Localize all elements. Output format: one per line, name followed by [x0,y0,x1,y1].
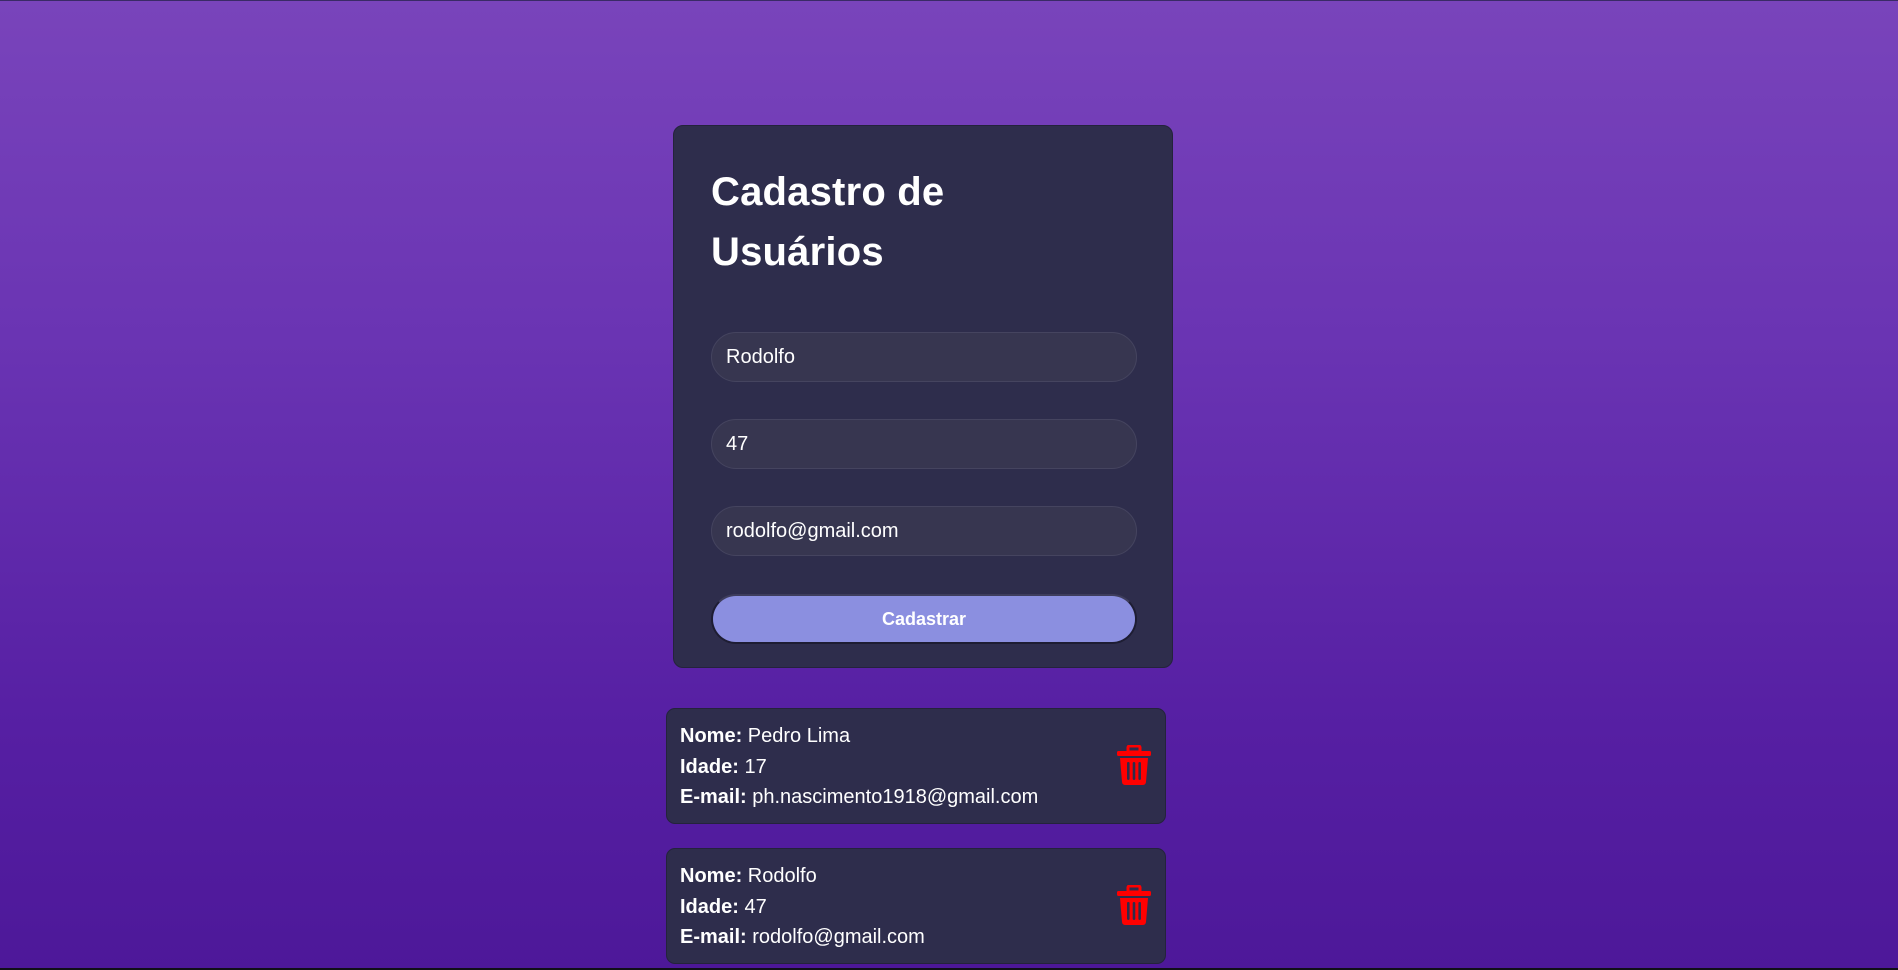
registration-form: Cadastro de Usuários Cadastrar [673,125,1173,668]
user-age: 47 [744,895,767,918]
trash-icon [1117,745,1151,785]
user-email: ph.nascimento1918@gmail.com [752,786,1039,808]
name-label: Nome: [680,865,743,887]
user-name-line: Nome: Rodolfo [680,861,1152,892]
delete-user-button[interactable] [1117,745,1151,785]
age-label: Idade: [680,755,739,778]
user-age-line: Idade: 47 [680,892,1152,923]
user-name: Pedro Lima [747,725,851,747]
delete-user-button[interactable] [1117,885,1151,925]
user-name-line: Nome: Pedro Lima [680,721,1152,752]
user-info: Nome: Pedro Lima Idade: 17 E-mail: ph.na… [680,721,1152,813]
name-label: Nome: [680,725,743,747]
trash-icon [1117,885,1151,925]
user-card: Nome: Rodolfo Idade: 47 E-mail: rodolfo@… [666,848,1166,964]
email-label: E-mail: [680,926,747,948]
name-input[interactable] [711,332,1137,382]
user-email-line: E-mail: rodolfo@gmail.com [680,922,1152,953]
form-title: Cadastro de Usuários [711,170,945,274]
user-age-line: Idade: 17 [680,752,1152,783]
submit-button[interactable]: Cadastrar [711,594,1137,644]
user-card: Nome: Pedro Lima Idade: 17 E-mail: ph.na… [666,708,1166,824]
email-label: E-mail: [680,786,747,808]
top-border [0,0,1898,1]
user-info: Nome: Rodolfo Idade: 47 E-mail: rodolfo@… [680,861,1152,953]
user-age: 17 [744,755,767,778]
age-input[interactable] [711,419,1137,469]
age-label: Idade: [680,895,739,918]
user-email-line: E-mail: ph.nascimento1918@gmail.com [680,782,1152,813]
user-email: rodolfo@gmail.com [752,926,925,948]
user-name: Rodolfo [747,865,817,887]
email-input[interactable] [711,506,1137,556]
